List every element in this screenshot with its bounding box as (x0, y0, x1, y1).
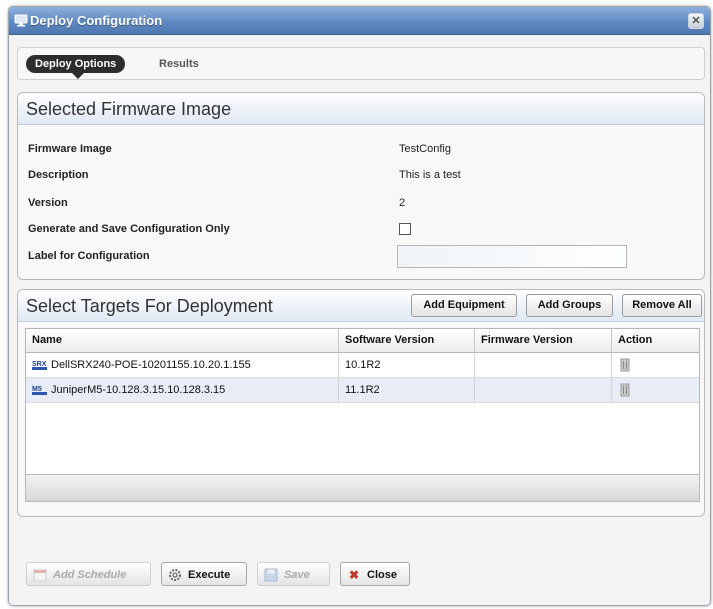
table-footer (26, 474, 699, 501)
firmware-panel-header: Selected Firmware Image (18, 93, 704, 125)
tab-deploy-options[interactable]: Deploy Options (26, 55, 126, 79)
window-icon (14, 14, 28, 27)
svg-text:SRX: SRX (32, 361, 47, 368)
delete-icon[interactable] (620, 358, 630, 372)
firmware-version-cell (475, 378, 612, 402)
device-srx-icon: SRX (32, 361, 47, 371)
title-bar: Deploy Configuration ✕ (9, 7, 710, 35)
add-schedule-label: Add Schedule (53, 569, 127, 581)
column-header-firmware-version[interactable]: Firmware Version (475, 329, 612, 352)
save-button: Save (257, 562, 330, 586)
delete-icon[interactable] (620, 383, 630, 397)
table-header: Name Software Version Firmware Version A… (26, 329, 699, 353)
close-label: Close (367, 569, 397, 581)
gear-icon (169, 569, 181, 581)
add-groups-button[interactable]: Add Groups (526, 294, 613, 317)
add-equipment-button[interactable]: Add Equipment (411, 294, 517, 317)
generate-save-config-label: Generate and Save Configuration Only (28, 223, 230, 235)
description-label: Description (28, 169, 89, 181)
deploy-configuration-dialog: Deploy Configuration ✕ Deploy Options Re… (8, 6, 711, 606)
software-version-cell: 10.1R2 (339, 353, 475, 377)
firmware-panel: Selected Firmware Image Firmware Image T… (17, 92, 705, 280)
description-value: This is a test (399, 169, 461, 181)
table-row[interactable]: SRX DellSRX240-POE-10201155.10.20.1.155 … (26, 353, 699, 378)
device-m5-icon: M5 (32, 386, 47, 396)
version-label: Version (28, 197, 68, 209)
firmware-image-label: Firmware Image (28, 143, 112, 155)
generate-save-config-checkbox[interactable] (399, 223, 411, 235)
remove-all-button[interactable]: Remove All (622, 294, 702, 317)
device-name: DellSRX240-POE-10201155.10.20.1.155 (51, 359, 251, 371)
tab-results[interactable]: Results (159, 55, 199, 73)
software-version-cell: 11.1R2 (339, 378, 475, 402)
window-title: Deploy Configuration (30, 13, 163, 28)
svg-text:M5: M5 (32, 386, 42, 393)
device-name-cell: M5 JuniperM5-10.128.3.15.10.128.3.15 (26, 378, 339, 402)
execute-label: Execute (188, 569, 231, 581)
close-icon: ✖ (348, 568, 360, 582)
action-cell (612, 353, 699, 377)
execute-button[interactable]: Execute (161, 562, 247, 586)
table-row[interactable]: M5 JuniperM5-10.128.3.15.10.128.3.15 11.… (26, 378, 699, 403)
firmware-image-value: TestConfig (399, 143, 451, 155)
version-value: 2 (399, 197, 406, 209)
targets-panel: Select Targets For Deployment Add Equipm… (17, 289, 705, 517)
column-header-action[interactable]: Action (612, 329, 699, 352)
device-name-cell: SRX DellSRX240-POE-10201155.10.20.1.155 (26, 353, 339, 377)
firmware-version-cell (475, 353, 612, 377)
floppy-disk-icon (264, 568, 278, 582)
save-label: Save (284, 569, 310, 581)
firmware-section-title: Selected Firmware Image (26, 99, 232, 119)
device-name: JuniperM5-10.128.3.15.10.128.3.15 (51, 384, 226, 396)
targets-panel-header: Select Targets For Deployment Add Equipm… (18, 290, 704, 322)
action-cell (612, 378, 699, 402)
calendar-icon (33, 569, 47, 582)
tab-bar: Deploy Options Results (17, 47, 705, 80)
add-schedule-button: Add Schedule (26, 562, 151, 586)
close-button[interactable]: ✖ Close (340, 562, 410, 586)
targets-section-title: Select Targets For Deployment (26, 296, 273, 316)
column-header-name[interactable]: Name (26, 329, 339, 352)
label-for-configuration-label: Label for Configuration (28, 250, 150, 262)
targets-table: Name Software Version Firmware Version A… (25, 328, 700, 502)
column-header-software-version[interactable]: Software Version (339, 329, 475, 352)
close-window-icon[interactable]: ✕ (688, 13, 704, 29)
label-for-configuration-input[interactable] (397, 245, 627, 268)
